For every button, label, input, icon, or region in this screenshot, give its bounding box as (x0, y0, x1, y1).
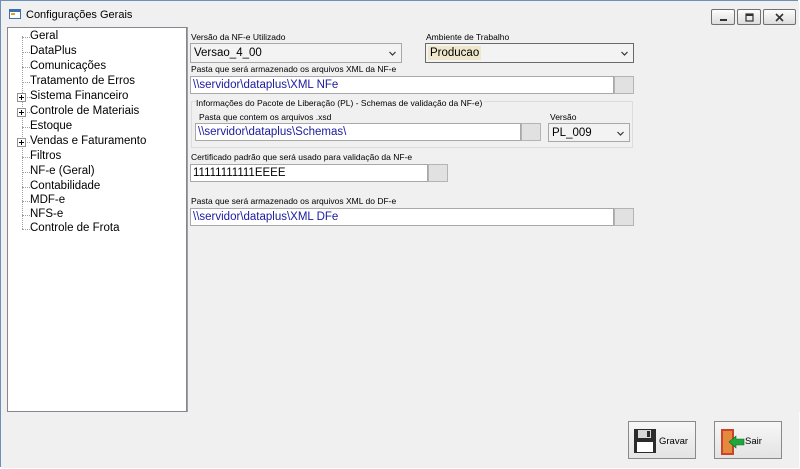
tree-connector (22, 82, 30, 83)
expand-plus-icon[interactable] (17, 108, 26, 117)
certificado-label: Certificado padrão que será usado para v… (191, 152, 413, 162)
pasta-nfe-value: \\servidor\dataplus\XML NFe (193, 79, 339, 91)
pasta-nfe-label: Pasta que será armazenado os arquivos XM… (191, 64, 397, 74)
gravar-label: Gravar (659, 436, 689, 447)
browse-pasta-xsd-button[interactable] (521, 123, 541, 141)
tree-item-label: Sistema Financeiro (30, 90, 129, 102)
tree-item-label: MDF-e (30, 194, 66, 206)
tree-item-label: Comunicações (30, 60, 107, 72)
versao-nfe-select[interactable]: Versao_4_00 (190, 43, 402, 63)
chevron-down-icon (621, 51, 628, 56)
versao-nfe-value: Versao_4_00 (194, 47, 262, 59)
tree-item-label: NFS-e (30, 208, 64, 220)
close-icon (775, 12, 784, 22)
pasta-dfe-input[interactable]: \\servidor\dataplus\XML DFe (190, 208, 614, 226)
ambiente-label: Ambiente de Trabalho (426, 32, 510, 42)
nfe-settings-panel: Versão da NF-e Utilizado Versao_4_00 Amb… (187, 27, 800, 412)
tree-connector (22, 187, 30, 188)
tree-connector (22, 37, 30, 38)
close-button[interactable] (763, 9, 796, 25)
settings-window: Configurações Gerais Geral DataPlus Comu… (0, 0, 800, 468)
pasta-xsd-value: \\servidor\dataplus\Schemas\ (198, 126, 347, 138)
tree-item-label: Contabilidade (30, 180, 101, 192)
maximize-button[interactable] (737, 9, 761, 25)
browse-pasta-dfe-button[interactable] (614, 208, 634, 226)
ambiente-select[interactable]: Producao (425, 43, 634, 63)
minimize-button[interactable] (711, 9, 735, 25)
exit-door-icon (721, 429, 745, 455)
browse-certificado-button[interactable] (428, 164, 448, 182)
tree-connector (22, 215, 30, 216)
tree-connector (22, 229, 30, 230)
tree-connector (22, 67, 30, 68)
tree-connector (22, 157, 30, 158)
sair-button[interactable]: Sair (714, 421, 782, 459)
tree-item-label: DataPlus (30, 45, 77, 57)
tree-connector (22, 172, 30, 173)
floppy-disk-icon (634, 429, 656, 453)
versao-nfe-label: Versão da NF-e Utilizado (191, 32, 286, 42)
minimize-icon (719, 18, 727, 21)
chevron-down-icon (617, 131, 624, 136)
tree-item-label: Controle de Materiais (30, 105, 140, 117)
tree-connector (22, 127, 30, 128)
settings-tree: Geral DataPlus Comunicações Tratamento d… (7, 27, 187, 412)
maximize-icon (744, 12, 754, 22)
versao-pl-label: Versão (550, 112, 577, 122)
tree-item-label: Filtros (30, 150, 62, 162)
ambiente-value: Producao (428, 46, 482, 60)
browse-pasta-nfe-button[interactable] (614, 76, 634, 94)
tree-item-label: Vendas e Faturamento (30, 135, 147, 147)
pl-schemas-group-title: Informações do Pacote de Liberação (PL) … (196, 98, 485, 108)
pasta-dfe-label: Pasta que será armazenado os arquivos XM… (191, 196, 397, 206)
chevron-down-icon (389, 51, 396, 56)
sair-label: Sair (745, 436, 762, 447)
certificado-value: 11111111111EEEE (193, 167, 286, 179)
certificado-input[interactable]: 11111111111EEEE (190, 164, 428, 182)
tree-item-label: Estoque (30, 120, 73, 132)
gravar-button[interactable]: Gravar (628, 421, 696, 459)
pasta-xsd-label: Pasta que contem os arquivos .xsd (199, 112, 332, 122)
versao-pl-select[interactable]: PL_009 (548, 123, 630, 142)
app-window-icon (9, 9, 21, 19)
tree-item-label: NF-e (Geral) (30, 165, 95, 177)
pasta-dfe-value: \\servidor\dataplus\XML DFe (193, 211, 339, 223)
tree-item-label: Controle de Frota (30, 222, 120, 234)
tree-item-label: Tratamento de Erros (30, 75, 136, 87)
tree-connector (22, 52, 30, 53)
window-title: Configurações Gerais (26, 9, 133, 21)
pasta-xsd-input[interactable]: \\servidor\dataplus\Schemas\ (195, 123, 521, 141)
pasta-nfe-input[interactable]: \\servidor\dataplus\XML NFe (190, 76, 614, 94)
expand-plus-icon[interactable] (17, 93, 26, 102)
tree-item-label: Geral (30, 30, 59, 42)
title-bar: Configurações Gerais (1, 1, 799, 27)
versao-pl-value: PL_009 (552, 127, 592, 139)
tree-connector (22, 201, 30, 202)
expand-plus-icon[interactable] (17, 138, 26, 147)
